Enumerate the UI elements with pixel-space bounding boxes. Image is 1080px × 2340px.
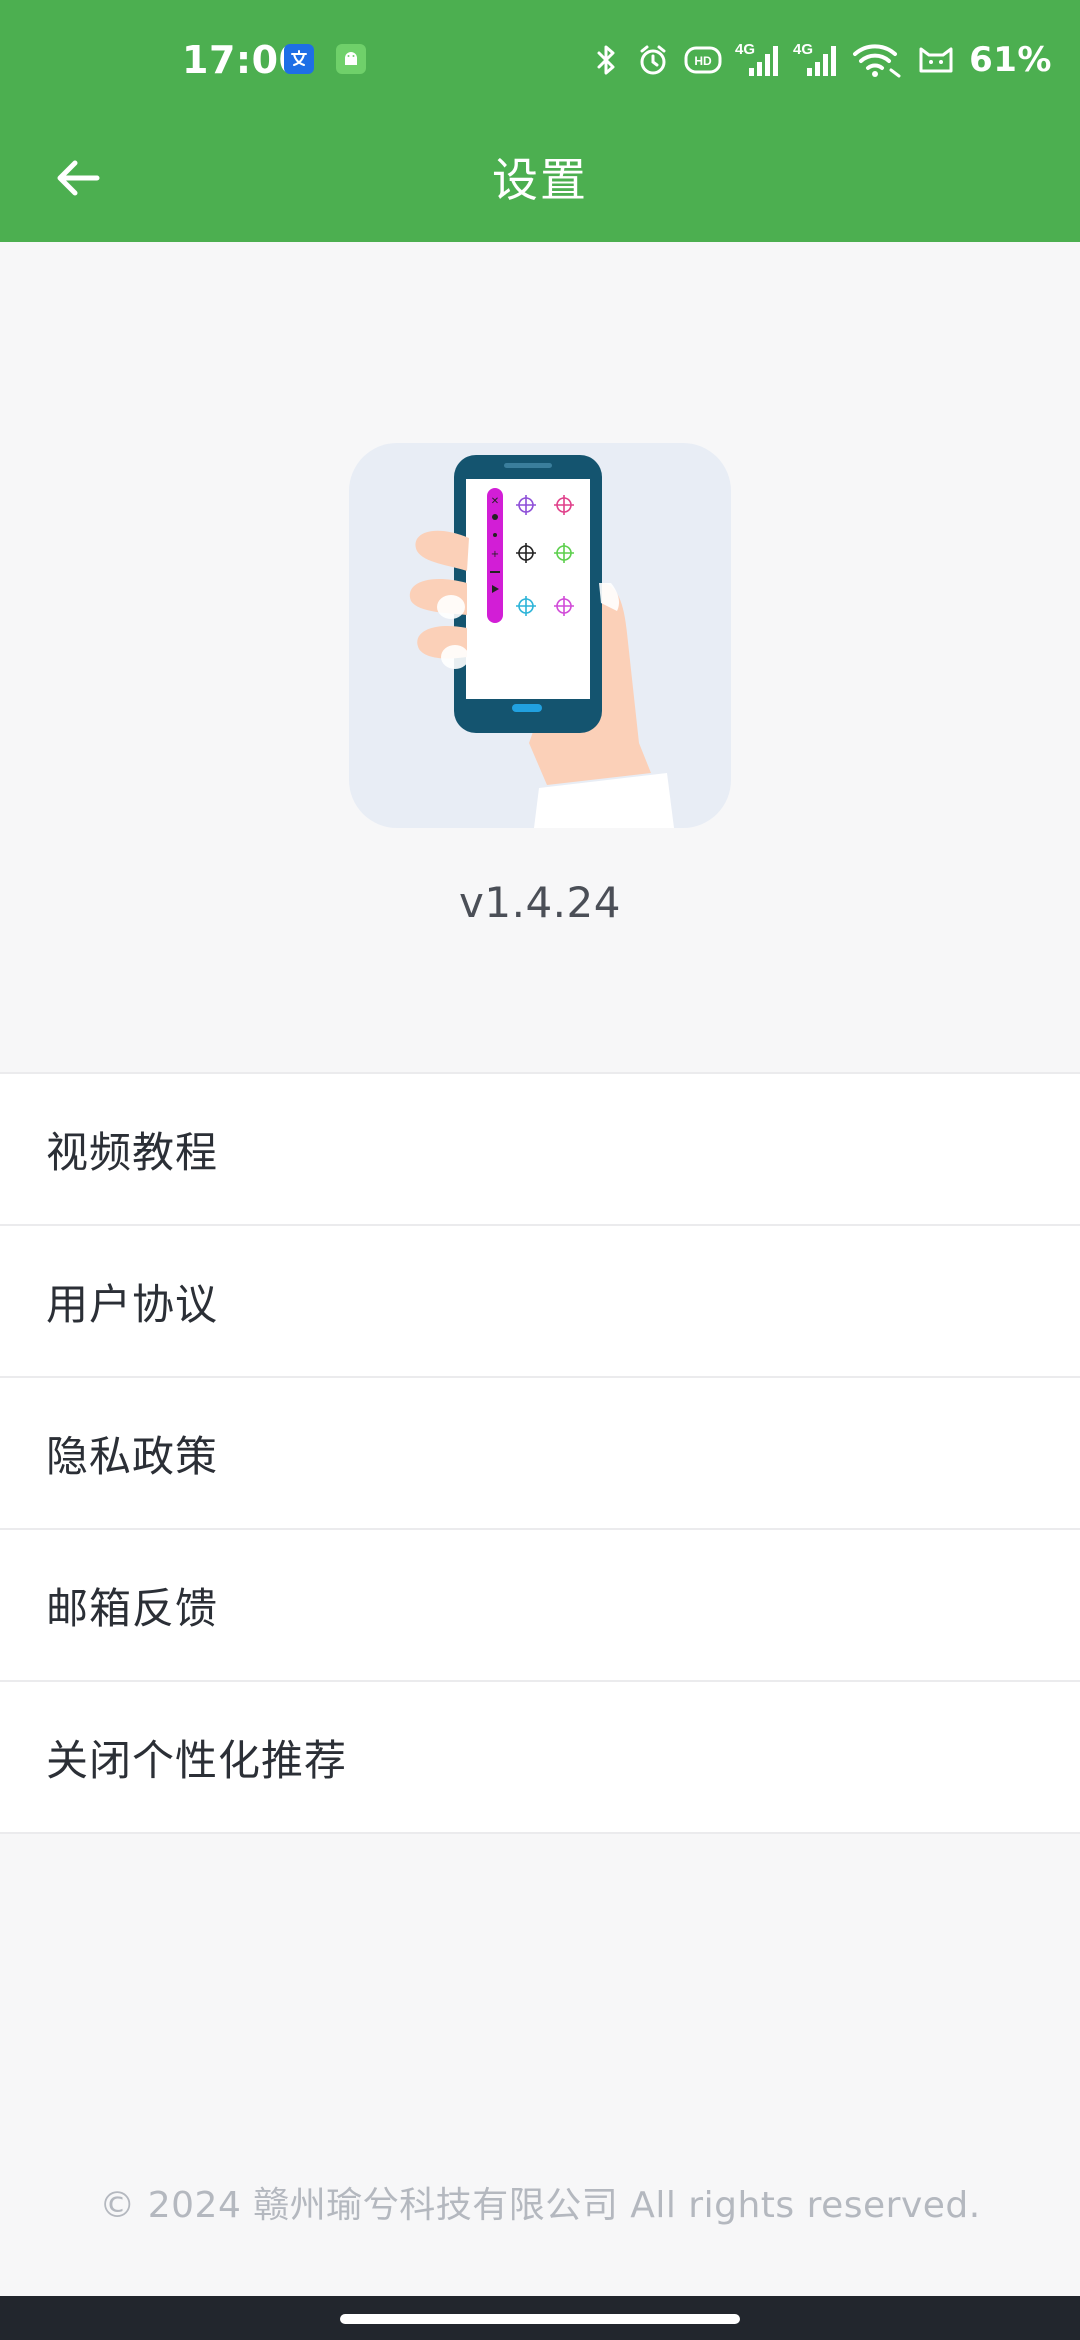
signal-4g-icon: 4G	[793, 40, 839, 80]
hd-icon: HD	[683, 42, 723, 78]
gesture-navigation-bar	[0, 2296, 1080, 2340]
settings-screen: 17:00 HD 4G 4G 61% 设置 ✕ + v1.4.24 视频教程 用…	[0, 0, 1080, 2340]
signal-4g-icon: 4G	[735, 40, 781, 80]
menu-item-privacy-policy[interactable]: 隐私政策	[0, 1378, 1080, 1530]
svg-text:+: +	[491, 549, 499, 560]
status-bar: 17:00 HD 4G 4G 61%	[0, 0, 1080, 124]
menu-item-label: 用户协议	[46, 1279, 219, 1329]
svg-text:✕: ✕	[491, 496, 499, 507]
wifi-icon	[851, 40, 903, 80]
alarm-icon	[635, 42, 671, 78]
svg-text:4G: 4G	[735, 41, 755, 58]
menu-item-email-feedback[interactable]: 邮箱反馈	[0, 1530, 1080, 1682]
menu-item-label: 关闭个性化推荐	[46, 1735, 348, 1785]
page-title: 设置	[492, 153, 588, 207]
svg-text:4G: 4G	[793, 41, 813, 58]
app-header: 17:00 HD 4G 4G 61% 设置	[0, 0, 1080, 242]
settings-menu: 视频教程 用户协议 隐私政策 邮箱反馈 关闭个性化推荐	[0, 1072, 1080, 1834]
menu-item-label: 隐私政策	[46, 1431, 219, 1481]
android-app-icon	[336, 44, 366, 74]
copyright-text: © 2024 赣州瑜兮科技有限公司 All rights reserved.	[99, 2185, 981, 2226]
nav-bar: 设置	[0, 124, 1080, 242]
menu-item-label: 视频教程	[46, 1127, 219, 1177]
app-logo: ✕ +	[349, 443, 731, 828]
svg-text:HD: HD	[694, 54, 712, 68]
menu-item-video-tutorial[interactable]: 视频教程	[0, 1074, 1080, 1226]
home-indicator[interactable]	[340, 2314, 740, 2324]
translate-app-icon	[284, 44, 314, 74]
bluetooth-icon	[589, 43, 623, 77]
status-icons: HD 4G 4G 61%	[589, 40, 1052, 80]
cat-face-icon	[915, 41, 957, 79]
menu-item-disable-personalized-recommendations[interactable]: 关闭个性化推荐	[0, 1682, 1080, 1834]
app-version: v1.4.24	[459, 878, 621, 927]
hand-holding-phone-icon: ✕ +	[409, 455, 674, 828]
menu-item-user-agreement[interactable]: 用户协议	[0, 1226, 1080, 1378]
menu-item-label: 邮箱反馈	[46, 1583, 219, 1633]
battery-percent: 61%	[969, 40, 1052, 80]
